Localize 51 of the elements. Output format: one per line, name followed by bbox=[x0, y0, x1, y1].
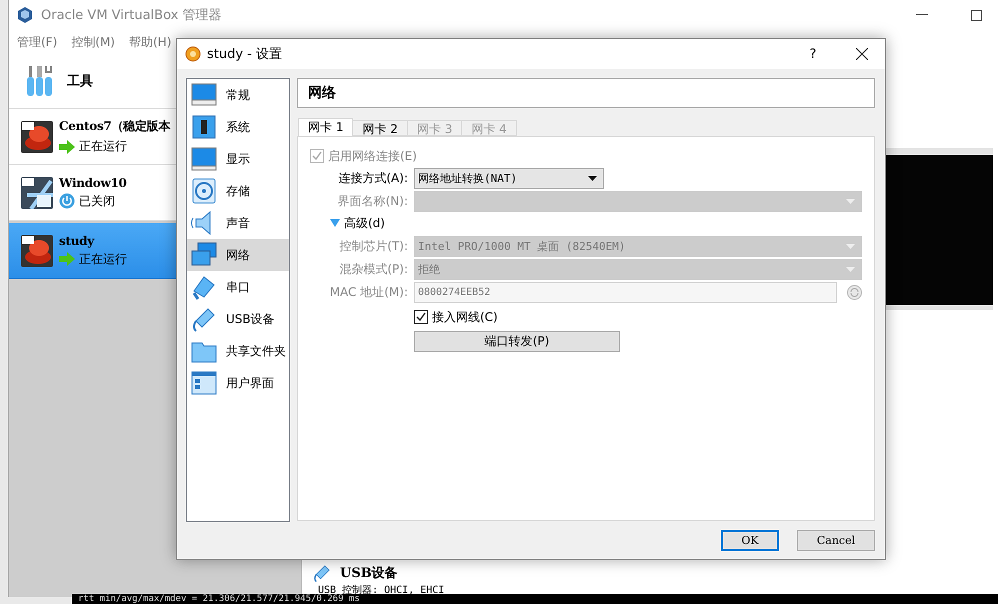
terminal-text: rtt min/avg/max/mdev = 21.306/21.577/21.945/0.269 ms bbox=[72, 594, 998, 604]
menu-item[interactable]: 管理(F) bbox=[17, 34, 58, 50]
display-icon bbox=[190, 145, 218, 173]
virtualbox-logo-icon bbox=[17, 7, 33, 23]
window-icon bbox=[190, 369, 218, 397]
triangle-icon bbox=[330, 219, 340, 227]
dropdown-arrow-icon bbox=[846, 267, 855, 272]
section-heading: USB设备 bbox=[340, 565, 398, 582]
dialog-button[interactable]: Cancel bbox=[797, 530, 875, 550]
tab[interactable]: 网卡 1 bbox=[298, 118, 354, 136]
dropdown-arrow-icon bbox=[846, 199, 855, 204]
power-icon bbox=[59, 193, 75, 209]
redhat-vm-icon bbox=[21, 234, 53, 266]
checkbox-label: 启用网络连接(E) bbox=[328, 148, 417, 164]
category-item[interactable]: 共享文件夹 bbox=[187, 335, 289, 367]
field-label: MAC 地址(M): bbox=[328, 284, 408, 301]
field-label: 混杂模式(P): bbox=[338, 261, 408, 278]
close-icon bbox=[856, 48, 868, 60]
field-label: 界面名称(N): bbox=[336, 193, 408, 210]
dropdown-field[interactable]: 网络地址转换(NAT) bbox=[414, 168, 604, 189]
category-item[interactable]: 网络 bbox=[187, 239, 289, 271]
field-label: 控制芯片(T): bbox=[338, 238, 408, 255]
checkbox[interactable] bbox=[414, 310, 428, 324]
port-forwarding-button[interactable]: 端口转发(P) bbox=[414, 331, 620, 352]
category-item[interactable]: 系统 bbox=[187, 111, 289, 143]
tools-label: 工具 bbox=[67, 73, 93, 90]
field-label: 连接方式(A): bbox=[337, 170, 408, 187]
windows-vm-icon bbox=[21, 176, 53, 208]
page-title: 网络 bbox=[297, 78, 875, 108]
checkbox-label: 接入网线(C) bbox=[432, 308, 498, 326]
tools-icon bbox=[25, 65, 55, 97]
category-item[interactable]: 用户界面 bbox=[187, 367, 289, 399]
tab[interactable]: 网卡 2 bbox=[352, 120, 408, 136]
dialog-button[interactable]: OK bbox=[721, 530, 779, 550]
category-item[interactable]: 存储 bbox=[187, 175, 289, 207]
usb-icon bbox=[312, 563, 332, 583]
category-item[interactable]: 常规 bbox=[187, 79, 289, 111]
dropdown-arrow-icon bbox=[846, 244, 855, 249]
menu-item[interactable]: 帮助(H) bbox=[128, 34, 172, 50]
chip-icon bbox=[190, 113, 218, 141]
dropdown-arrow-icon bbox=[588, 176, 597, 181]
arrow-icon bbox=[59, 140, 75, 154]
arrow-icon bbox=[59, 252, 75, 266]
help-button[interactable]: ? bbox=[793, 39, 833, 69]
gear-icon bbox=[185, 46, 201, 62]
advanced-toggle[interactable]: 高级(d) bbox=[330, 212, 862, 234]
category-item[interactable]: USB设备 bbox=[187, 303, 289, 335]
redhat-vm-icon bbox=[21, 120, 53, 152]
menu-item[interactable]: 控制(M) bbox=[71, 34, 115, 50]
window-title: Oracle VM VirtualBox 管理器 bbox=[41, 7, 222, 24]
refresh-icon[interactable] bbox=[847, 285, 862, 300]
